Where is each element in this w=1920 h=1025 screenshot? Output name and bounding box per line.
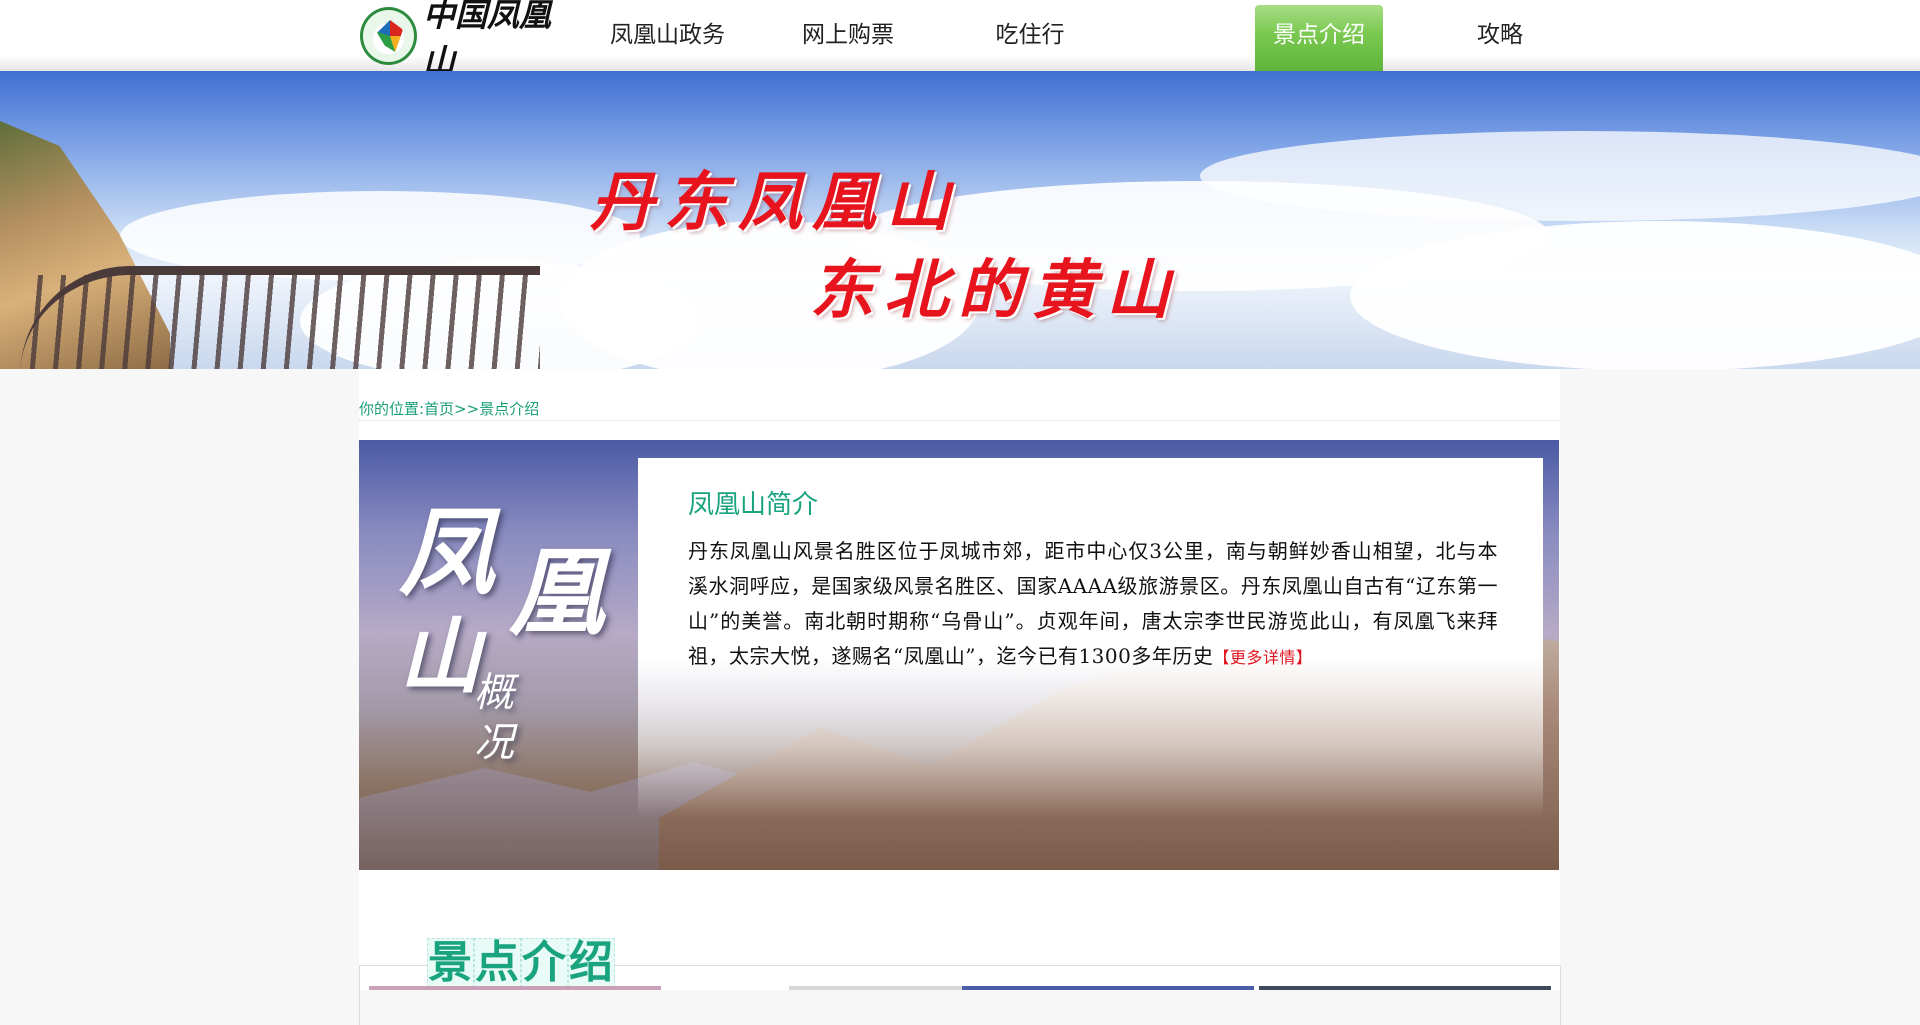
calligraphy-char: 况 — [474, 720, 514, 766]
nav-item-tickets[interactable]: 网上购票 — [783, 5, 913, 71]
attraction-thumbnail[interactable] — [789, 986, 989, 990]
intro-text-panel: 凤凰山简介 丹东凤凰山风景名胜区位于凤城市郊，距市中心仅3公里，南与朝鲜妙香山相… — [638, 458, 1543, 818]
section-title-char: 介 — [521, 937, 568, 988]
section-title-char: 点 — [474, 937, 521, 988]
main-content: 你的位置:首页>>景点介绍 凤 凰 山 概 况 凤凰山简介 丹东凤凰山风景名胜区… — [359, 369, 1561, 1025]
more-details-link[interactable]: 【更多详情】 — [1213, 648, 1312, 667]
phoenix-emblem-icon — [360, 7, 418, 65]
nav-item-guide[interactable]: 攻略 — [1460, 5, 1540, 71]
attraction-thumbnail[interactable] — [1259, 986, 1551, 990]
site-header: 中国凤凰山 凤凰山政务 网上购票 吃住行 景点介绍 攻略 — [0, 0, 1920, 80]
site-logo[interactable]: 中国凤凰山 — [360, 0, 580, 80]
breadcrumb-divider — [359, 420, 1559, 421]
attraction-thumbnail[interactable] — [369, 986, 661, 990]
breadcrumb[interactable]: 你的位置:首页>>景点介绍 — [359, 398, 539, 419]
intro-section: 凤 凰 山 概 况 凤凰山简介 丹东凤凰山风景名胜区位于凤城市郊，距市中心仅3公… — [359, 440, 1559, 870]
intro-calligraphy: 凤 凰 山 概 况 — [399, 475, 609, 775]
section-title-char: 绍 — [568, 937, 615, 988]
section-title: 景点介绍 — [427, 937, 615, 988]
section-title-char: 景 — [427, 937, 474, 988]
nav-item-attractions[interactable]: 景点介绍 — [1255, 5, 1383, 71]
intro-body-text: 丹东凤凰山风景名胜区位于凤城市郊，距市中心仅3公里，南与朝鲜妙香山相望，北与本溪… — [688, 539, 1498, 668]
logo-text: 中国凤凰山 — [423, 0, 552, 80]
intro-body: 丹东凤凰山风景名胜区位于凤城市郊，距市中心仅3公里，南与朝鲜妙香山相望，北与本溪… — [688, 534, 1498, 675]
nav-item-travel[interactable]: 吃住行 — [975, 5, 1085, 71]
calligraphy-char: 凰 — [509, 536, 605, 649]
banner-title-line2: 东北的黄山 — [810, 253, 1180, 328]
intro-heading: 凤凰山简介 — [688, 490, 819, 520]
nav-item-government[interactable]: 凤凰山政务 — [610, 5, 725, 71]
walkway-railing-image — [20, 266, 540, 369]
hero-banner: 丹东凤凰山 东北的黄山 — [0, 71, 1920, 369]
calligraphy-char: 山 — [399, 609, 481, 705]
banner-title-line1: 丹东凤凰山 — [590, 165, 960, 240]
attraction-thumbnail[interactable] — [962, 986, 1254, 990]
